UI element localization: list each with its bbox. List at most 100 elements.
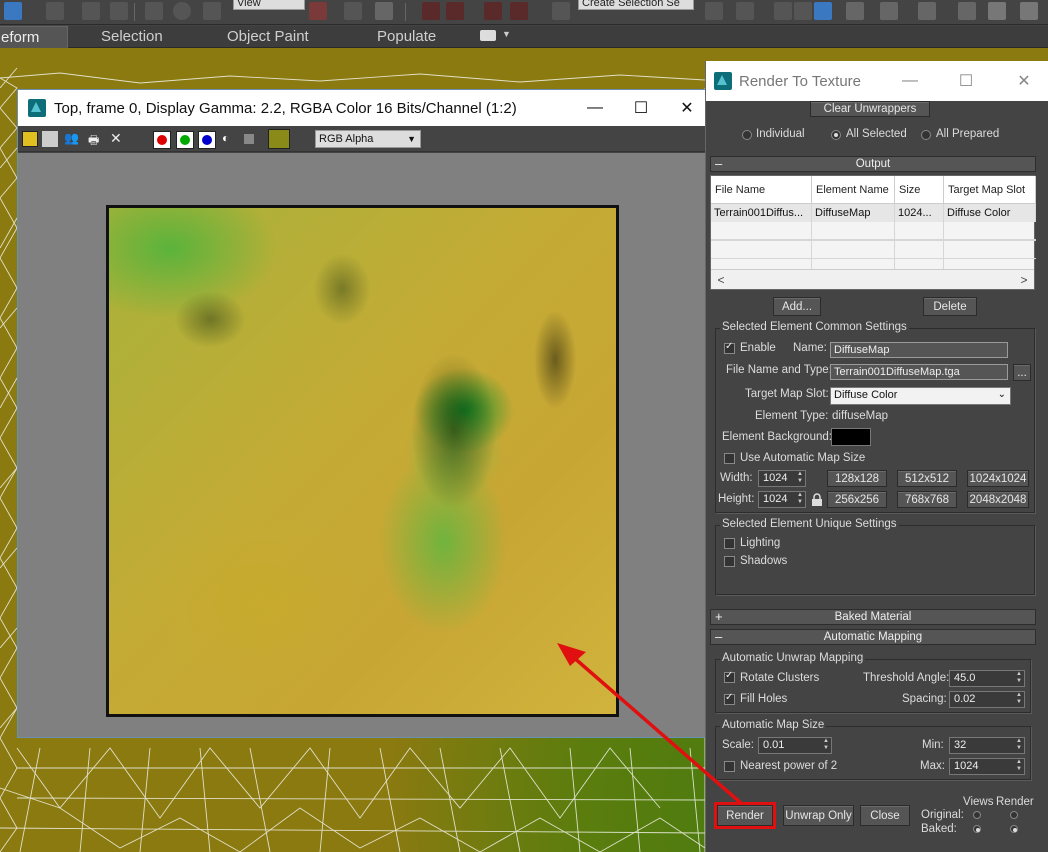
angle-snap-icon[interactable] <box>446 2 464 20</box>
window-crossing-icon[interactable] <box>110 2 128 20</box>
views-original-radio[interactable] <box>973 811 981 819</box>
tab-object-paint[interactable]: Object Paint <box>219 26 317 48</box>
output-elements-table[interactable]: File Name Element Name Size Target Map S… <box>710 175 1036 290</box>
edit-named-selection-icon[interactable] <box>552 2 570 20</box>
named-selection-dropdown[interactable]: Create Selection Se <box>578 0 694 10</box>
spacing-spinner[interactable]: 0.02 ▲ ▼ <box>949 691 1025 708</box>
element-name-input[interactable]: DiffuseMap <box>830 342 1008 358</box>
select-object-icon[interactable] <box>4 2 22 20</box>
minimize-button[interactable]: — <box>572 90 618 126</box>
color-swatch[interactable] <box>268 129 290 149</box>
size-preset-256[interactable]: 256x256 <box>827 491 887 508</box>
scene-explorer-icon[interactable] <box>774 2 792 20</box>
save-image-icon[interactable] <box>22 131 38 147</box>
automatic-mapping-rollout[interactable]: – Automatic Mapping <box>710 629 1036 645</box>
blue-channel-toggle[interactable] <box>198 131 216 149</box>
spinner-arrows-icon[interactable]: ▲ ▼ <box>796 492 804 507</box>
copy-image-icon[interactable] <box>42 131 58 147</box>
maximize-button[interactable]: ☐ <box>944 61 988 101</box>
views-baked-radio[interactable] <box>973 825 981 833</box>
select-by-name-icon[interactable] <box>46 2 64 20</box>
render-production-icon[interactable] <box>1020 2 1038 20</box>
channel-display-select[interactable]: RGB Alpha ▼ <box>315 130 421 148</box>
percent-snap-icon[interactable] <box>484 2 502 20</box>
tab-freeform[interactable]: eform <box>0 26 68 48</box>
clear-image-icon[interactable]: ✕ <box>110 131 126 147</box>
clone-window-icon[interactable]: 👥 <box>64 131 80 147</box>
minimize-button[interactable]: — <box>888 61 932 101</box>
chevron-down-icon[interactable]: ▼ <box>502 29 511 39</box>
spinner-arrows-icon[interactable]: ▲ ▼ <box>1015 759 1023 774</box>
clear-unwrappers-button[interactable]: Clear Unwrappers <box>810 101 930 117</box>
shadows-checkbox[interactable] <box>724 556 735 567</box>
render-baked-radio[interactable] <box>1010 825 1018 833</box>
layer-explorer-icon[interactable] <box>794 2 812 20</box>
red-channel-toggle[interactable] <box>153 131 171 149</box>
select-manipulate-icon[interactable] <box>344 2 362 20</box>
curve-editor-icon[interactable] <box>846 2 864 20</box>
add-element-button[interactable]: Add... <box>773 297 821 316</box>
mirror-icon[interactable] <box>705 2 723 20</box>
fill-holes-checkbox[interactable] <box>724 692 735 705</box>
size-preset-128[interactable]: 128x128 <box>827 470 887 487</box>
render-canvas[interactable] <box>18 153 706 737</box>
scale-icon[interactable] <box>203 2 221 20</box>
column-file-name[interactable]: File Name <box>711 176 812 204</box>
size-preset-512[interactable]: 512x512 <box>897 470 957 487</box>
pivot-center-icon[interactable] <box>309 2 327 20</box>
rtt-titlebar[interactable]: Render To Texture — ☐ ✕ <box>706 61 1048 101</box>
column-element-name[interactable]: Element Name <box>812 176 895 204</box>
size-preset-1024[interactable]: 1024x1024 <box>967 470 1029 487</box>
width-spinner[interactable]: 1024 ▲ ▼ <box>758 470 806 487</box>
scale-spinner[interactable]: 0.01 ▲ ▼ <box>758 737 832 754</box>
close-button[interactable]: ✕ <box>1002 61 1046 101</box>
align-icon[interactable] <box>736 2 754 20</box>
height-spinner[interactable]: 1024 ▲ ▼ <box>758 491 806 508</box>
rectangular-selection-icon[interactable] <box>82 2 100 20</box>
table-row[interactable] <box>711 240 1036 259</box>
material-editor-icon[interactable] <box>918 2 936 20</box>
element-background-color-swatch[interactable] <box>831 428 871 446</box>
close-button[interactable]: ✕ <box>664 90 710 126</box>
spinner-arrows-icon[interactable]: ▲ ▼ <box>1015 671 1023 686</box>
close-dialog-button[interactable]: Close <box>860 805 910 826</box>
scroll-left-icon[interactable]: < <box>713 272 729 288</box>
rotate-icon[interactable] <box>173 2 191 20</box>
delete-element-button[interactable]: Delete <box>923 297 977 316</box>
snaps-toggle-icon[interactable] <box>422 2 440 20</box>
column-size[interactable]: Size <box>895 176 944 204</box>
render-setup-icon[interactable] <box>958 2 976 20</box>
radio-all-selected[interactable] <box>831 130 841 140</box>
keyboard-shortcut-icon[interactable] <box>375 2 393 20</box>
nearest-power-checkbox[interactable] <box>724 761 735 772</box>
baked-material-rollout[interactable]: + Baked Material <box>710 609 1036 625</box>
file-name-input[interactable]: Terrain001DiffuseMap.tga <box>830 364 1008 380</box>
spinner-arrows-icon[interactable]: ▲ ▼ <box>822 738 830 753</box>
spinner-snap-icon[interactable] <box>510 2 528 20</box>
size-preset-768[interactable]: 768x768 <box>897 491 957 508</box>
print-image-icon[interactable]: 🖶 <box>88 131 104 147</box>
spinner-arrows-icon[interactable]: ▲ ▼ <box>1015 738 1023 753</box>
table-row[interactable]: Terrain001Diffus... DiffuseMap 1024... D… <box>711 204 1036 222</box>
tab-populate[interactable]: Populate <box>369 26 444 48</box>
output-rollout[interactable]: – Output <box>710 156 1036 172</box>
threshold-angle-spinner[interactable]: 45.0 ▲ ▼ <box>949 670 1025 687</box>
toggle-ribbon-icon[interactable] <box>814 2 832 20</box>
ribbon-options-icon[interactable] <box>480 30 496 41</box>
size-preset-2048[interactable]: 2048x2048 <box>967 491 1029 508</box>
browse-file-button[interactable]: ... <box>1013 364 1031 381</box>
rendered-frame-window-icon[interactable] <box>988 2 1006 20</box>
spinner-arrows-icon[interactable]: ▲ ▼ <box>796 471 804 486</box>
table-horizontal-scrollbar[interactable]: < > <box>711 269 1034 289</box>
reference-coordinate-dropdown[interactable]: View <box>233 0 305 10</box>
rotate-clusters-checkbox[interactable] <box>724 670 735 683</box>
render-original-radio[interactable] <box>1010 811 1018 819</box>
maximize-button[interactable]: ☐ <box>618 90 664 126</box>
tab-selection[interactable]: Selection <box>93 26 171 48</box>
move-icon[interactable] <box>145 2 163 20</box>
monochrome-icon[interactable] <box>244 134 254 144</box>
frame-window-titlebar[interactable]: Top, frame 0, Display Gamma: 2.2, RGBA C… <box>18 90 706 126</box>
enable-checkbox[interactable] <box>724 341 735 354</box>
max-spinner[interactable]: 1024 ▲ ▼ <box>949 758 1025 775</box>
radio-individual[interactable] <box>742 130 752 140</box>
